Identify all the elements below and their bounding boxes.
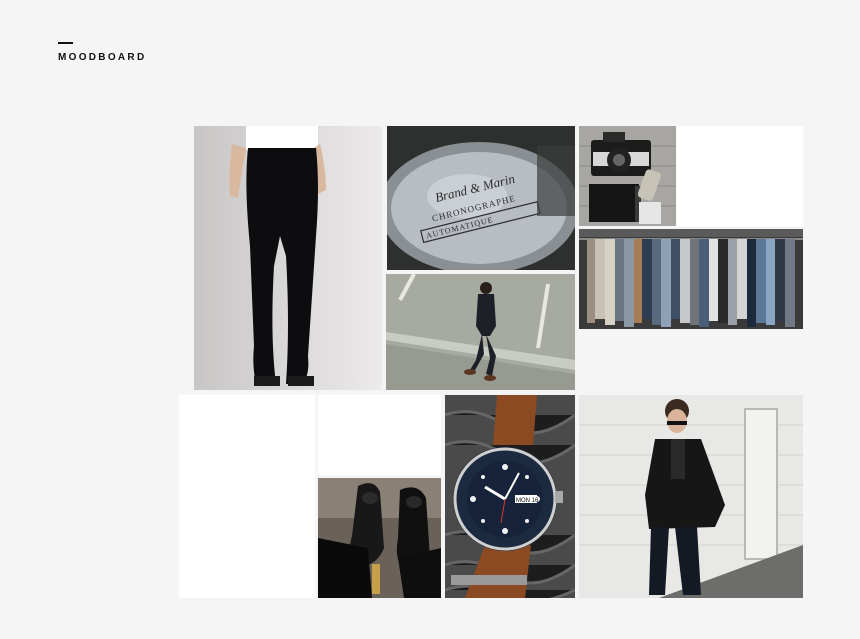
title-rule bbox=[58, 42, 73, 44]
camera-notebook-photo[interactable] bbox=[579, 126, 676, 226]
watch-caseback-photo[interactable]: Brand & Marin CHRONOGRAPHE AUTOMATIQUE bbox=[387, 126, 575, 270]
clothing-rack-photo[interactable] bbox=[579, 229, 803, 329]
diver-watch-photo[interactable]: MON 16 bbox=[445, 395, 575, 598]
white-panel-bottom-left bbox=[179, 395, 315, 598]
walking-man-photo[interactable] bbox=[386, 274, 575, 390]
watch-date-window: MON 16 bbox=[516, 498, 539, 504]
white-panel-top-right bbox=[677, 126, 803, 226]
man-leather-jacket-photo[interactable] bbox=[579, 395, 803, 598]
white-panel-bottom-mid bbox=[318, 395, 441, 475]
moodboard-title: MOODBOARD bbox=[58, 52, 147, 63]
leather-shoes-photo[interactable] bbox=[318, 478, 441, 598]
jeans-photo[interactable] bbox=[194, 126, 382, 390]
